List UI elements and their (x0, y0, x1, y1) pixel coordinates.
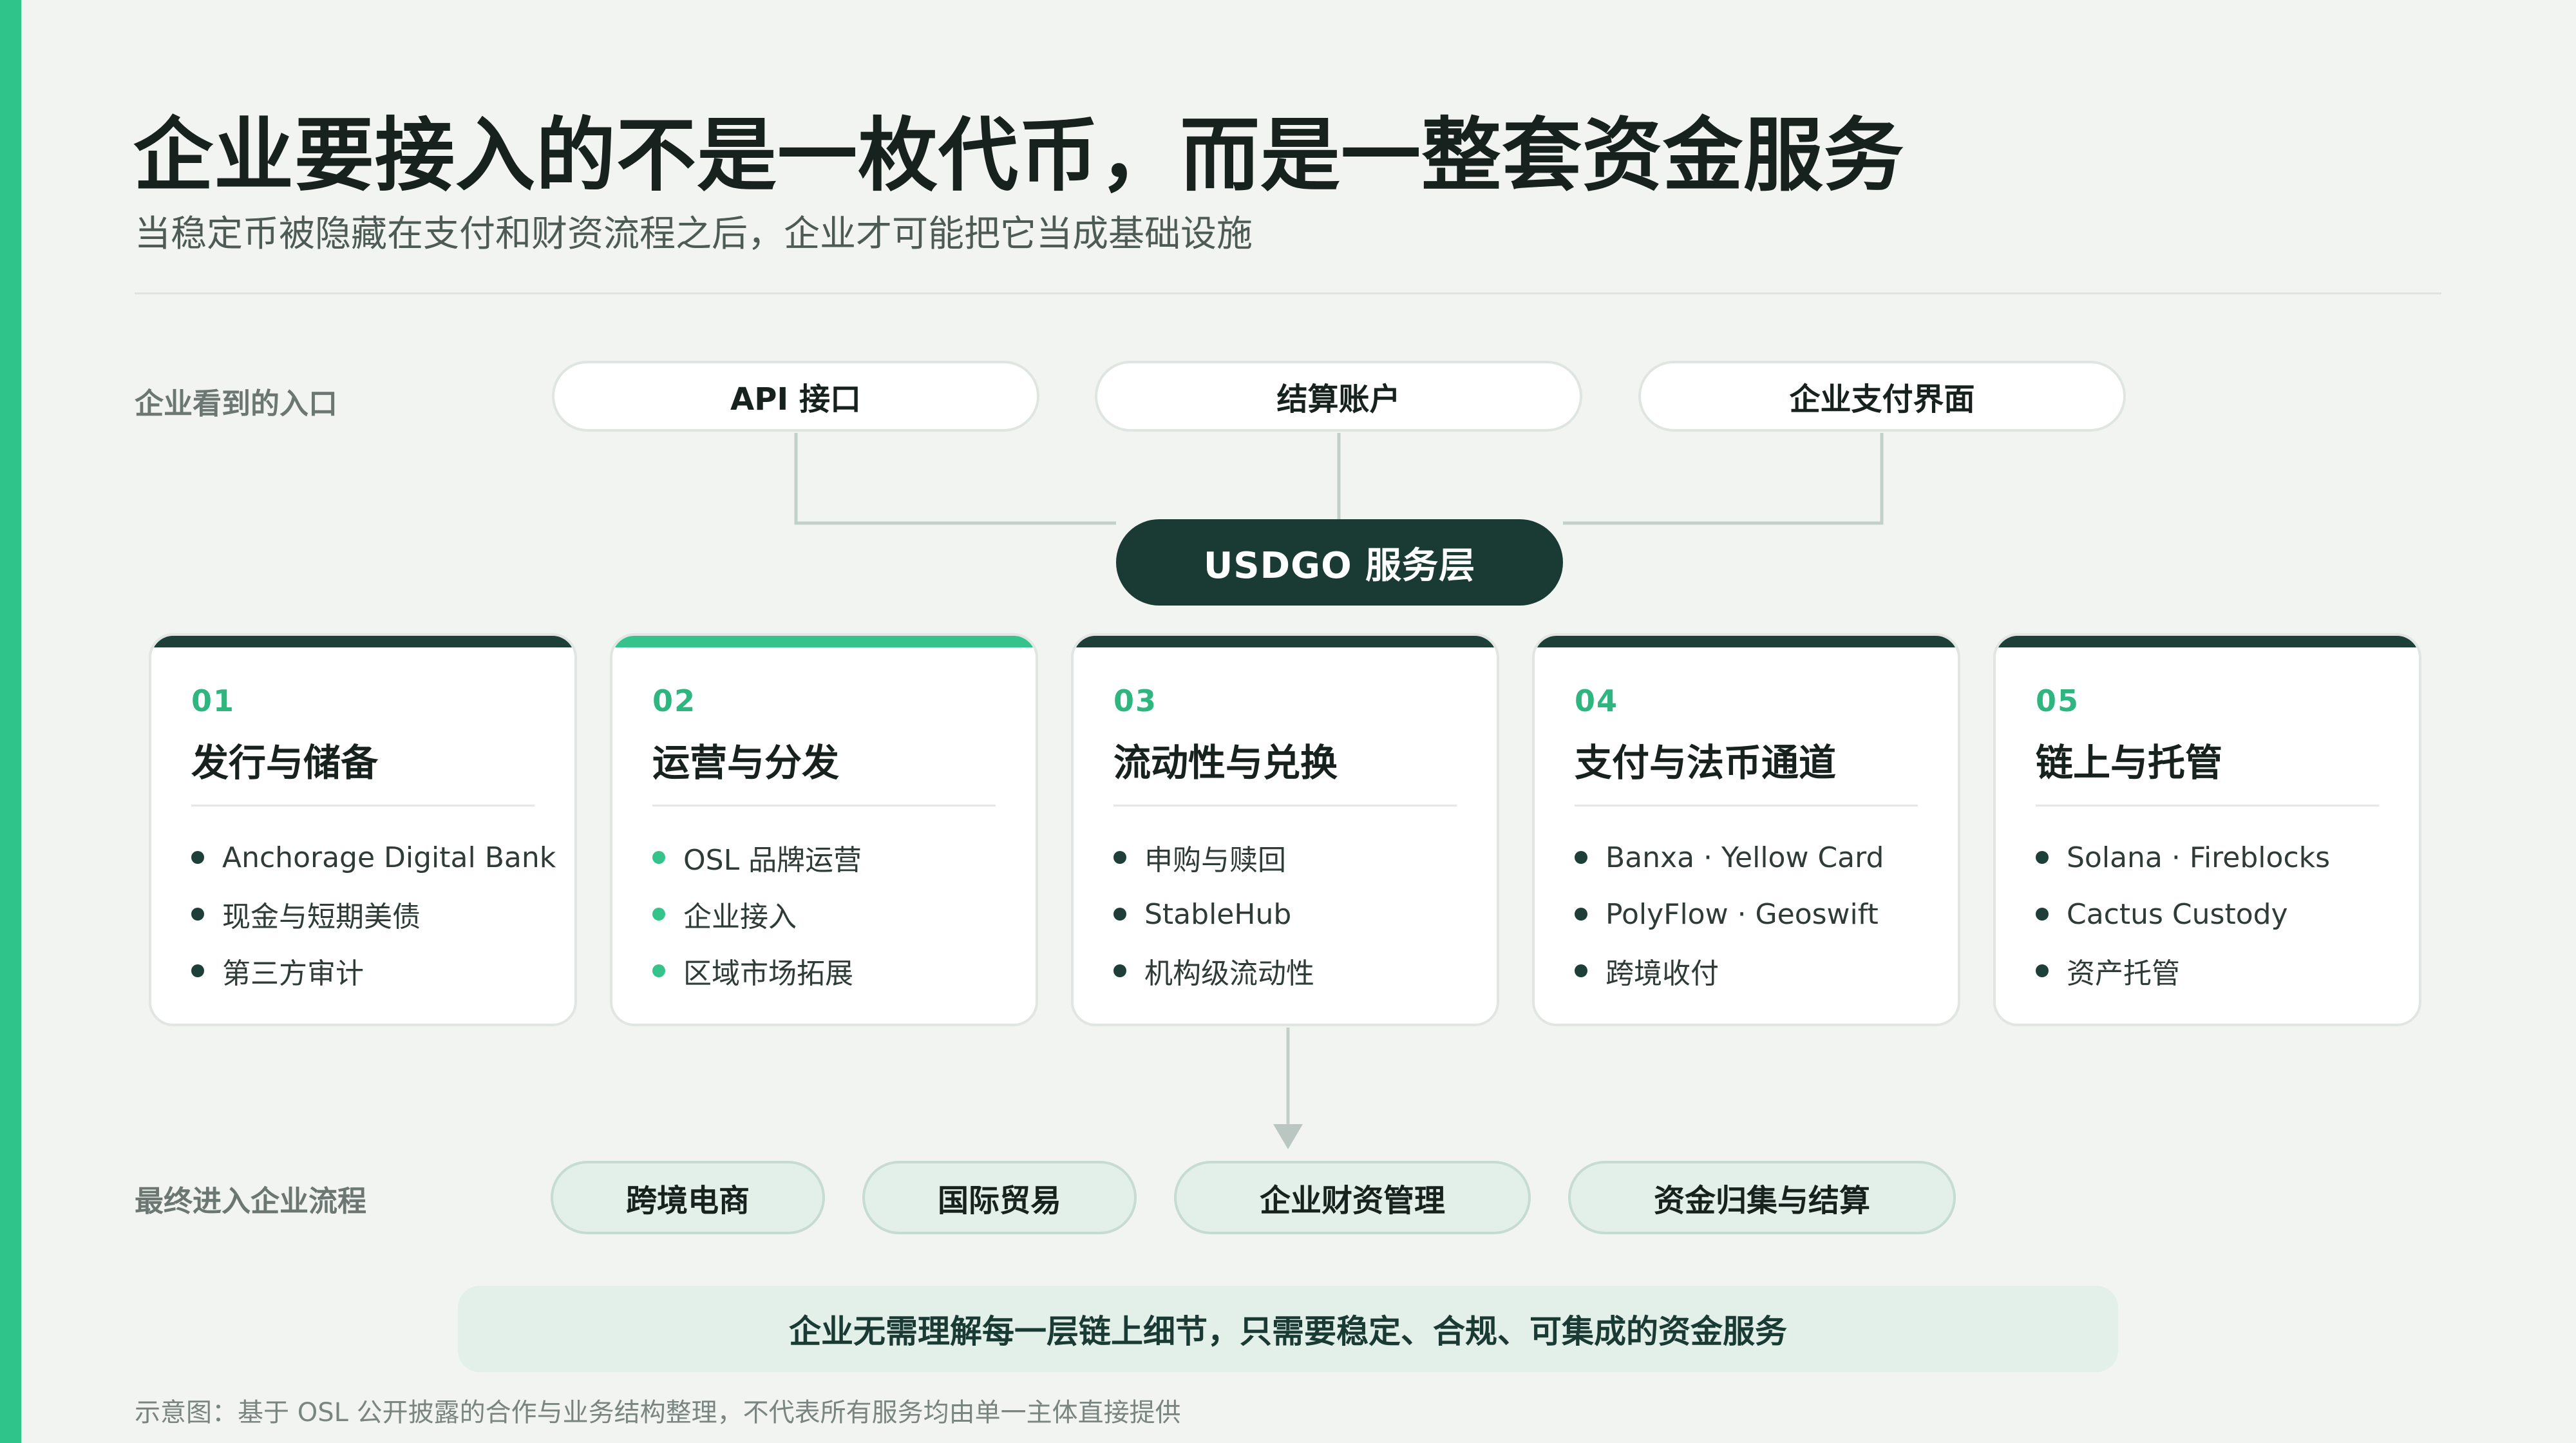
bullet-icon (1113, 908, 1126, 921)
bullet-icon (1113, 964, 1126, 977)
flow-row-label: 最终进入企业流程 (135, 1184, 367, 1218)
list-item: PolyFlow · Geoswift (1575, 886, 1884, 942)
card-issuance-reserve: 01 发行与储备 Anchorage Digital Bank 现金与短期美债 … (149, 633, 577, 1026)
card-number: 02 (652, 683, 697, 718)
connector-payment (1563, 433, 1884, 525)
bullet-icon (652, 851, 665, 864)
card-list: Banxa · Yellow Card PolyFlow · Geoswift … (1575, 829, 1884, 999)
bullet-icon (2036, 908, 2049, 921)
card-onchain-custody: 05 链上与托管 Solana · Fireblocks Cactus Cust… (1993, 633, 2421, 1026)
card-top-accent (612, 636, 1036, 647)
summary-note: 企业无需理解每一层链上细节，只需要稳定、合规、可集成的资金服务 (458, 1286, 2118, 1372)
card-title: 运营与分发 (652, 741, 840, 785)
list-item: 资产托管 (2036, 942, 2330, 999)
list-item: 企业接入 (652, 886, 862, 942)
bullet-icon (2036, 964, 2049, 977)
card-title: 支付与法币通道 (1575, 741, 1837, 785)
service-layer-pill: USDGO 服务层 (1116, 519, 1563, 606)
list-item: 区域市场拓展 (652, 942, 862, 999)
connector-api (794, 433, 1116, 525)
card-payment-fiat: 04 支付与法币通道 Banxa · Yellow Card PolyFlow … (1532, 633, 1960, 1026)
list-item: OSL 品牌运营 (652, 829, 862, 886)
card-number: 04 (1575, 683, 1619, 718)
list-item: 申购与赎回 (1113, 829, 1314, 886)
bullet-icon (1575, 851, 1587, 864)
bullet-icon (1113, 851, 1126, 864)
card-top-accent (151, 636, 574, 647)
card-number: 01 (191, 683, 236, 718)
flow-treasury-management: 企业财资管理 (1174, 1161, 1531, 1234)
bullet-icon (652, 964, 665, 977)
card-liquidity-exchange: 03 流动性与兑换 申购与赎回 StableHub 机构级流动性 (1071, 633, 1499, 1026)
bullet-icon (191, 964, 204, 977)
card-list: Solana · Fireblocks Cactus Custody 资产托管 (2036, 829, 2330, 999)
card-list: OSL 品牌运营 企业接入 区域市场拓展 (652, 829, 862, 999)
card-top-accent (1535, 636, 1958, 647)
list-item: 现金与短期美债 (191, 886, 556, 942)
card-divider (652, 805, 996, 807)
bullet-icon (1575, 964, 1587, 977)
flow-international-trade: 国际贸易 (862, 1161, 1137, 1234)
card-number: 03 (1113, 683, 1158, 718)
list-item: 第三方审计 (191, 942, 556, 999)
list-item: Cactus Custody (2036, 886, 2330, 942)
card-number: 05 (2036, 683, 2080, 718)
list-item: 机构级流动性 (1113, 942, 1314, 999)
list-item: Banxa · Yellow Card (1575, 829, 1884, 886)
bullet-icon (191, 908, 204, 921)
footer-caption: 示意图：基于 OSL 公开披露的合作与业务结构整理，不代表所有服务均由单一主体直… (135, 1398, 1181, 1428)
card-divider (1575, 805, 1918, 807)
bullet-icon (2036, 851, 2049, 864)
card-top-accent (1996, 636, 2419, 647)
flow-cross-border-ecommerce: 跨境电商 (551, 1161, 825, 1234)
card-list: 申购与赎回 StableHub 机构级流动性 (1113, 829, 1314, 999)
card-title: 流动性与兑换 (1113, 741, 1338, 785)
list-item: StableHub (1113, 886, 1314, 942)
card-title: 链上与托管 (2036, 741, 2223, 785)
card-operations-distribution: 02 运营与分发 OSL 品牌运营 企业接入 区域市场拓展 (610, 633, 1038, 1026)
bullet-icon (652, 908, 665, 921)
list-item: Solana · Fireblocks (2036, 829, 2330, 886)
card-divider (2036, 805, 2379, 807)
arrow-down-icon (1273, 1124, 1303, 1149)
bullet-icon (1575, 908, 1587, 921)
card-top-accent (1074, 636, 1497, 647)
flow-cash-pooling-settlement: 资金归集与结算 (1568, 1161, 1956, 1234)
card-divider (191, 805, 535, 807)
card-list: Anchorage Digital Bank 现金与短期美债 第三方审计 (191, 829, 556, 999)
list-item: 跨境收付 (1575, 942, 1884, 999)
card-divider (1113, 805, 1457, 807)
card-title: 发行与储备 (191, 741, 379, 785)
bullet-icon (191, 851, 204, 864)
list-item: Anchorage Digital Bank (191, 829, 556, 886)
